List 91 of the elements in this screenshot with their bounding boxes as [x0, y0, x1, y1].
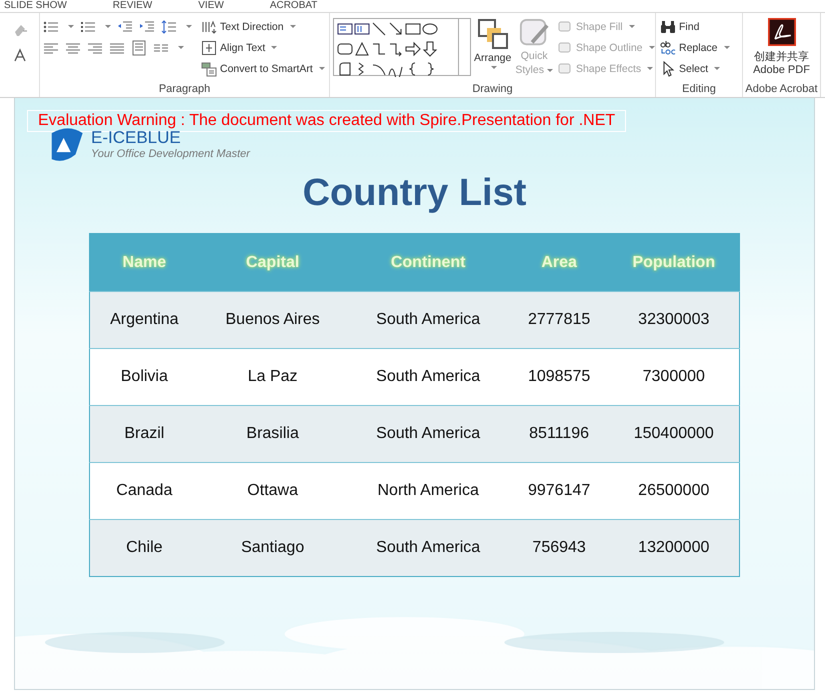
elbow-connector-icon[interactable]: [371, 41, 387, 57]
ribbon-command[interactable]: Convert to SmartArt: [200, 58, 326, 79]
caret-icon: [724, 46, 730, 49]
ribbon-command[interactable]: Find: [659, 16, 739, 37]
rounded-rectangle-icon[interactable]: [337, 41, 353, 57]
table-cell: 150400000: [608, 406, 740, 462]
column-header: Capital: [198, 234, 347, 292]
slide-title: Country List: [302, 172, 526, 215]
table-cell: 9976147: [510, 462, 609, 520]
column-header: Continent: [346, 234, 510, 292]
gallery-scrollbar[interactable]: [459, 18, 471, 76]
caret-icon: [648, 46, 655, 49]
group-label: Paragraph: [158, 83, 212, 97]
down-arrow-icon[interactable]: [422, 41, 438, 57]
caret-icon: [491, 66, 498, 69]
ribbon-command[interactable]: Align Text: [200, 37, 326, 58]
ribbon-tab[interactable]: SLIDE SHOW: [4, 0, 67, 12]
elbow-arrow-icon[interactable]: [388, 41, 404, 57]
ribbon-command[interactable]: Replace: [659, 37, 739, 58]
freeform-icon[interactable]: [337, 61, 353, 77]
column-header: Name: [90, 234, 199, 292]
caret-icon: [546, 68, 553, 72]
table-cell: Santiago: [198, 520, 347, 576]
ribbon-tab[interactable]: REVIEW: [112, 0, 152, 12]
arrange-button[interactable]: Arrange: [473, 16, 512, 83]
text-box-icon[interactable]: [337, 21, 353, 37]
table-cell: 1098575: [510, 348, 609, 406]
increase-indent-icon: [139, 18, 155, 34]
line-spacing-icon: [161, 18, 177, 34]
caret-icon: [290, 25, 296, 28]
table-cell: South America: [346, 348, 510, 406]
table-cell: Brasilia: [198, 406, 347, 462]
table-cell: La Paz: [198, 348, 347, 406]
replace-icon: [660, 40, 676, 56]
ribbon-tab[interactable]: ACROBAT: [270, 0, 318, 12]
table-cell: Ottawa: [198, 462, 347, 520]
caret-icon: [186, 25, 192, 28]
caret-icon: [68, 25, 74, 28]
shapes-gallery[interactable]: [333, 18, 459, 76]
table-cell: Buenos Aires: [198, 292, 347, 348]
caret-icon: [271, 46, 278, 49]
table-cell: 32300003: [608, 292, 740, 348]
decrease-indent-icon: [117, 18, 133, 34]
create-pdf-button[interactable]: 创建并共享 Adobe PDF: [744, 16, 819, 83]
table-cell: 8511196: [510, 406, 609, 462]
table-cell: South America: [346, 292, 510, 348]
table-cell: 756943: [510, 520, 609, 576]
smartart-icon: [201, 60, 217, 76]
table-cell: Canada: [90, 462, 199, 520]
right-arrow-icon[interactable]: [405, 41, 421, 57]
brush-icon: [519, 18, 550, 48]
caret-icon: [628, 25, 635, 28]
table-cell: Argentina: [90, 292, 199, 348]
table-cell: North America: [346, 462, 510, 520]
acrobat-icon: [768, 18, 796, 46]
table-cell: South America: [346, 406, 510, 462]
rectangle-icon[interactable]: [405, 21, 421, 37]
ribbon-tab[interactable]: VIEW: [198, 0, 224, 12]
ribbon-command[interactable]: Text Direction: [200, 16, 326, 37]
table-cell: 26500000: [608, 462, 740, 520]
font-color-icon: [12, 48, 28, 64]
table-cell: South America: [346, 520, 510, 576]
group-label: Drawing: [471, 83, 514, 97]
arrange-icon: [476, 18, 509, 50]
vertical-text-box-icon[interactable]: [354, 21, 370, 37]
table-cell: 7300000: [608, 348, 740, 406]
binoculars-icon: [660, 18, 676, 34]
logo-tagline: Your Office Development Master: [91, 148, 250, 160]
distributed-icon: [131, 40, 147, 56]
group-label: Editing: [681, 83, 717, 97]
triangle-icon[interactable]: [354, 41, 370, 57]
column-header: Population: [608, 234, 740, 292]
evaluation-warning: Evaluation Warning : The document was created with Spire.Presentation for .NET: [27, 110, 626, 132]
caret-icon: [178, 46, 184, 49]
text-direction-icon: [201, 18, 217, 34]
table-cell: Bolivia: [90, 348, 199, 406]
oval-icon[interactable]: [422, 21, 438, 37]
caret-icon: [647, 67, 654, 70]
caret-icon: [714, 67, 720, 70]
table-cell: 2777815: [510, 292, 609, 348]
caret-icon: [318, 67, 325, 70]
column-header: Area: [510, 234, 609, 292]
align-text-icon: [201, 40, 217, 56]
group-label: Adobe Acrobat: [744, 83, 819, 97]
table-cell: Brazil: [90, 406, 199, 462]
ribbon-command[interactable]: Select: [659, 58, 739, 79]
table-cell: Chile: [90, 520, 199, 576]
line-icon[interactable]: [371, 21, 387, 37]
caret-icon: [105, 25, 111, 28]
arrow-line-icon[interactable]: [388, 21, 404, 37]
table-cell: 13200000: [608, 520, 740, 576]
